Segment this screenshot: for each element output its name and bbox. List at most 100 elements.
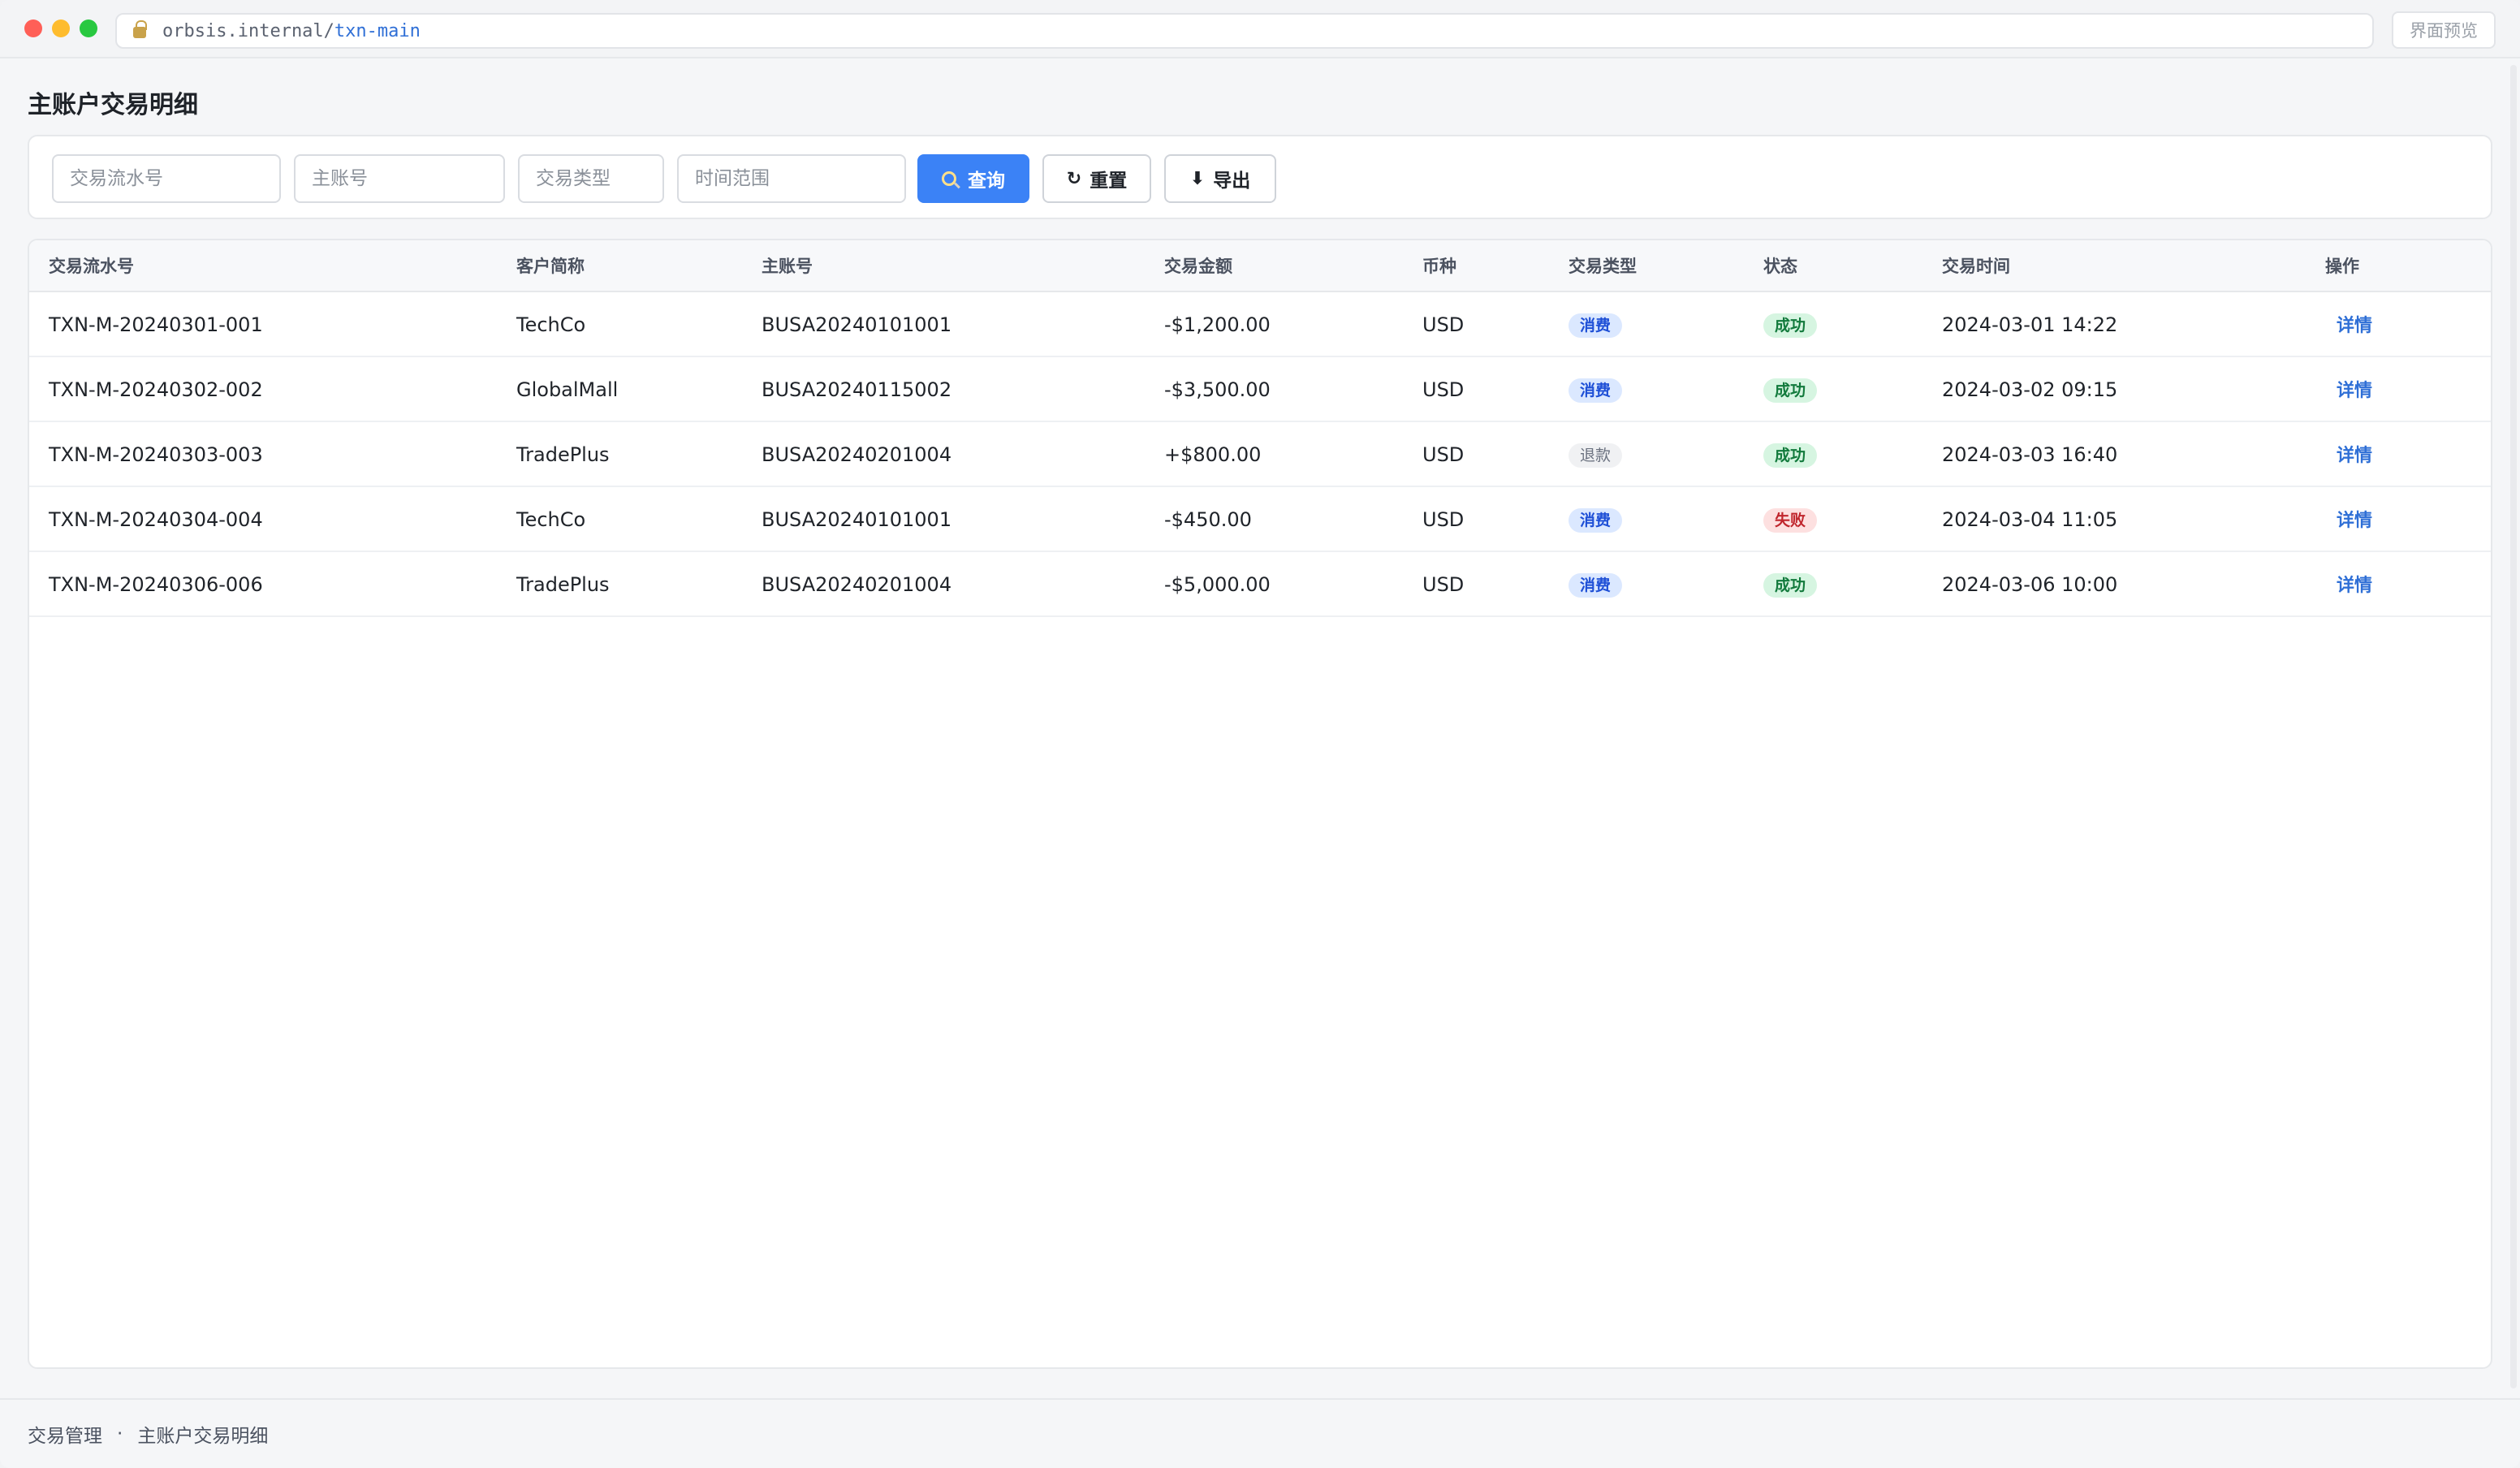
table-row: TXN-M-20240301-001 TechCo BUSA20240101001 -… bbox=[29, 292, 2491, 357]
status-badge: 成功 bbox=[1763, 313, 1818, 338]
column-header-actions: 操作 bbox=[2325, 257, 2359, 276]
reset-button-label: 重置 bbox=[1090, 171, 1128, 192]
column-header-currency[interactable]: 币种 bbox=[1422, 240, 1456, 292]
cell-txn-id-text: TXN-M-20240303-003 bbox=[49, 443, 263, 466]
cell-txn-id: TXN-M-20240302-002 bbox=[49, 357, 263, 422]
url-host: orbsis.internal/ bbox=[162, 20, 334, 41]
download-icon: ⬇ bbox=[1189, 168, 1206, 189]
cell-status: 成功 bbox=[1763, 552, 1818, 617]
cell-txn-type: 消费 bbox=[1569, 552, 1623, 617]
cell-currency: USD bbox=[1422, 357, 1464, 422]
cell-txn-id-text: TXN-M-20240306-006 bbox=[49, 573, 263, 596]
table-row: TXN-M-20240306-006 TradePlus BUSA202402010… bbox=[29, 552, 2491, 617]
cell-account: BUSA20240101001 bbox=[762, 292, 951, 357]
browser-window: orbsis.internal/txn-main 界面预览 主账户交易明细 查询… bbox=[0, 0, 2520, 1468]
cell-currency: USD bbox=[1422, 422, 1464, 487]
url-path: txn-main bbox=[334, 20, 421, 41]
filter-bar: 查询 ↻ 重置 ⬇ 导出 bbox=[28, 135, 2492, 219]
txn-id-input[interactable] bbox=[52, 154, 281, 203]
column-header-time[interactable]: 交易时间 bbox=[1942, 240, 2010, 292]
cell-amount-text: -$3,500.00 bbox=[1164, 378, 1271, 401]
status-badge: 成功 bbox=[1763, 573, 1818, 598]
cell-txn-id-text: TXN-M-20240301-001 bbox=[49, 313, 263, 336]
cell-customer-text: TradePlus bbox=[516, 573, 610, 596]
cell-action: 详情 bbox=[2337, 487, 2372, 552]
cell-currency: USD bbox=[1422, 292, 1464, 357]
transactions-table: 交易流水号 客户简称 主账号 交易金额 币种 交易类型 状态 交易时间 操作 T… bbox=[28, 239, 2492, 1369]
maximize-window-icon[interactable] bbox=[80, 19, 97, 37]
search-button-label: 查询 bbox=[968, 171, 1005, 192]
cell-amount-text: -$450.00 bbox=[1164, 508, 1252, 531]
export-button[interactable]: ⬇ 导出 bbox=[1164, 154, 1276, 203]
detail-link[interactable]: 详情 bbox=[2337, 316, 2372, 336]
cell-txn-id-text: TXN-M-20240304-004 bbox=[49, 508, 263, 531]
cell-txn-id: TXN-M-20240304-004 bbox=[49, 487, 263, 552]
column-header-txn-type[interactable]: 交易类型 bbox=[1569, 240, 1637, 292]
detail-link[interactable]: 详情 bbox=[2337, 446, 2372, 466]
column-header-status[interactable]: 状态 bbox=[1763, 240, 1797, 292]
cell-amount: -$450.00 bbox=[1164, 487, 1252, 552]
breadcrumb: 交易管理 · 主账户交易明细 bbox=[0, 1398, 2520, 1468]
column-header-customer[interactable]: 客户简称 bbox=[516, 240, 585, 292]
txn-type-badge: 退款 bbox=[1569, 443, 1623, 468]
cell-txn-id: TXN-M-20240301-001 bbox=[49, 292, 263, 357]
time-range-input[interactable] bbox=[677, 154, 906, 203]
cell-status: 成功 bbox=[1763, 422, 1818, 487]
cell-customer-text: TradePlus bbox=[516, 443, 610, 466]
detail-link[interactable]: 详情 bbox=[2337, 511, 2372, 531]
cell-txn-id: TXN-M-20240306-006 bbox=[49, 552, 263, 617]
cell-txn-type: 消费 bbox=[1569, 357, 1623, 422]
cell-time-text: 2024-03-04 11:05 bbox=[1942, 508, 2118, 531]
breadcrumb-current: 主账户交易明细 bbox=[137, 1426, 269, 1447]
close-window-icon[interactable] bbox=[24, 19, 42, 37]
cell-customer: GlobalMall bbox=[516, 357, 618, 422]
cell-action: 详情 bbox=[2337, 292, 2372, 357]
preview-button[interactable]: 界面预览 bbox=[2392, 11, 2496, 49]
cell-time-text: 2024-03-03 16:40 bbox=[1942, 443, 2118, 466]
cell-time-text: 2024-03-01 14:22 bbox=[1942, 313, 2118, 336]
breadcrumb-section[interactable]: 交易管理 bbox=[28, 1420, 102, 1448]
cell-time-text: 2024-03-02 09:15 bbox=[1942, 378, 2118, 401]
cell-account-text: BUSA20240201004 bbox=[762, 443, 952, 466]
cell-customer-text: GlobalMall bbox=[516, 378, 619, 401]
cell-time: 2024-03-01 14:22 bbox=[1942, 292, 2117, 357]
refresh-icon: ↻ bbox=[1066, 168, 1082, 189]
cell-account: BUSA20240201004 bbox=[762, 552, 951, 617]
cell-txn-id: TXN-M-20240303-003 bbox=[49, 422, 263, 487]
column-header-amount[interactable]: 交易金额 bbox=[1164, 240, 1232, 292]
account-input[interactable] bbox=[294, 154, 505, 203]
cell-currency: USD bbox=[1422, 487, 1464, 552]
cell-account: BUSA20240115002 bbox=[762, 357, 951, 422]
cell-amount: -$1,200.00 bbox=[1164, 292, 1271, 357]
address-bar[interactable]: orbsis.internal/txn-main bbox=[115, 13, 2374, 49]
cell-amount: -$3,500.00 bbox=[1164, 357, 1271, 422]
column-header-account[interactable]: 主账号 bbox=[762, 240, 813, 292]
cell-currency-text: USD bbox=[1422, 378, 1465, 401]
cell-time: 2024-03-06 10:00 bbox=[1942, 552, 2117, 617]
cell-customer-text: TechCo bbox=[516, 313, 586, 336]
txn-type-input[interactable] bbox=[518, 154, 664, 203]
minimize-window-icon[interactable] bbox=[52, 19, 70, 37]
status-badge: 成功 bbox=[1763, 378, 1818, 403]
cell-txn-type: 退款 bbox=[1569, 422, 1623, 487]
cell-txn-type: 消费 bbox=[1569, 487, 1623, 552]
detail-link[interactable]: 详情 bbox=[2337, 381, 2372, 401]
cell-action: 详情 bbox=[2337, 552, 2372, 617]
lock-icon bbox=[133, 20, 147, 38]
table-row: TXN-M-20240303-003 TradePlus BUSA202402010… bbox=[29, 422, 2491, 487]
column-header-txn-id[interactable]: 交易流水号 bbox=[49, 240, 134, 292]
txn-type-badge: 消费 bbox=[1569, 573, 1623, 598]
cell-currency-text: USD bbox=[1422, 573, 1465, 596]
detail-link[interactable]: 详情 bbox=[2337, 576, 2372, 596]
cell-currency: USD bbox=[1422, 552, 1464, 617]
txn-type-badge: 消费 bbox=[1569, 508, 1623, 533]
cell-action: 详情 bbox=[2337, 357, 2372, 422]
page-scrollbar[interactable] bbox=[2510, 65, 2517, 1388]
search-button[interactable]: 查询 bbox=[917, 154, 1029, 203]
export-button-label: 导出 bbox=[1213, 171, 1251, 192]
cell-status: 成功 bbox=[1763, 357, 1818, 422]
reset-button[interactable]: ↻ 重置 bbox=[1042, 154, 1151, 203]
cell-amount-text: +$800.00 bbox=[1164, 443, 1262, 466]
cell-currency-text: USD bbox=[1422, 508, 1465, 531]
search-icon bbox=[942, 171, 956, 186]
